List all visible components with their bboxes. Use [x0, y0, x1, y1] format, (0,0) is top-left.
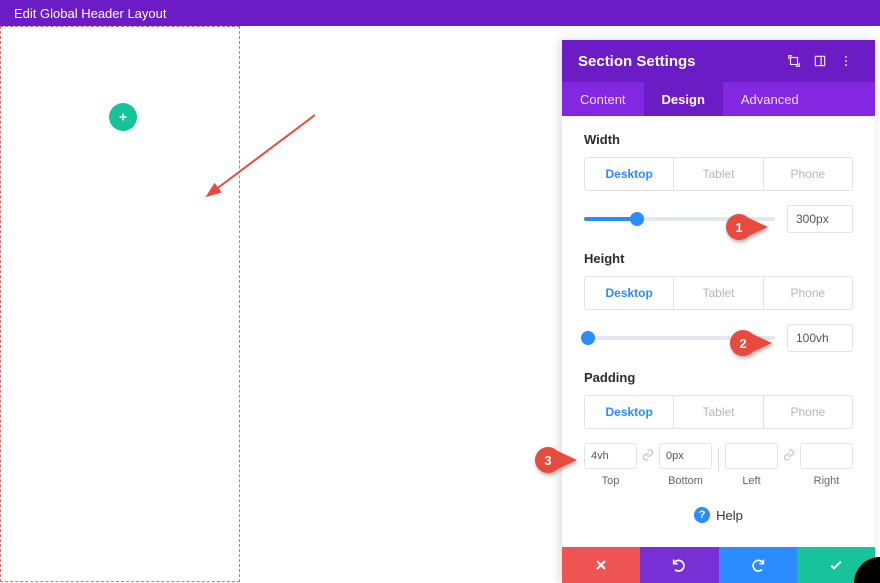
- height-device-desktop[interactable]: Desktop: [585, 277, 673, 309]
- width-device-tablet[interactable]: Tablet: [673, 158, 762, 190]
- annotation-badge-3: 3: [535, 447, 561, 473]
- redo-button[interactable]: [719, 547, 797, 583]
- padding-bottom-label: Bottom: [668, 475, 703, 487]
- padding-device-tablet[interactable]: Tablet: [673, 396, 762, 428]
- settings-panel: Section Settings Content Design Advanced…: [562, 40, 875, 583]
- height-device-phone[interactable]: Phone: [763, 277, 852, 309]
- padding-label: Padding: [584, 370, 853, 385]
- more-icon[interactable]: [833, 48, 859, 74]
- tab-advanced[interactable]: Advanced: [723, 82, 817, 116]
- height-input[interactable]: [787, 324, 853, 352]
- close-button[interactable]: [562, 547, 640, 583]
- height-device-tablet[interactable]: Tablet: [673, 277, 762, 309]
- tab-content[interactable]: Content: [562, 82, 644, 116]
- panel-tabs: Content Design Advanced: [562, 82, 875, 116]
- padding-top-input[interactable]: [584, 443, 637, 469]
- panel-title: Section Settings: [578, 53, 696, 70]
- height-slider-row: [584, 324, 853, 352]
- redo-icon: [750, 557, 766, 573]
- help-label: Help: [716, 508, 743, 523]
- undo-icon: [671, 557, 687, 573]
- panel-footer: [562, 547, 875, 583]
- padding-top-label: Top: [602, 475, 620, 487]
- check-icon: [828, 557, 844, 573]
- add-module-button[interactable]: [109, 103, 137, 131]
- padding-device-desktop[interactable]: Desktop: [585, 396, 673, 428]
- width-slider[interactable]: [584, 217, 775, 221]
- canvas-section-outline[interactable]: [0, 26, 240, 582]
- top-bar-title: Edit Global Header Layout: [14, 6, 166, 21]
- padding-link-lr-icon[interactable]: [780, 449, 798, 461]
- width-label: Width: [584, 132, 853, 147]
- height-device-toggle: Desktop Tablet Phone: [584, 276, 853, 310]
- height-slider-thumb[interactable]: [581, 331, 595, 345]
- expand-icon[interactable]: [781, 48, 807, 74]
- width-device-desktop[interactable]: Desktop: [585, 158, 673, 190]
- padding-link-tb-icon[interactable]: [639, 449, 657, 461]
- width-device-phone[interactable]: Phone: [763, 158, 852, 190]
- padding-bottom-input[interactable]: [659, 443, 712, 469]
- panel-header[interactable]: Section Settings: [562, 40, 875, 82]
- panel-body: Width Desktop Tablet Phone Height Deskto…: [562, 116, 875, 547]
- plus-icon: [117, 111, 129, 123]
- padding-inputs: Top Bottom Left Right: [584, 443, 853, 487]
- width-device-toggle: Desktop Tablet Phone: [584, 157, 853, 191]
- close-icon: [593, 557, 609, 573]
- undo-button[interactable]: [640, 547, 718, 583]
- padding-right-input[interactable]: [800, 443, 853, 469]
- width-slider-thumb[interactable]: [630, 212, 644, 226]
- padding-right-label: Right: [814, 475, 840, 487]
- padding-left-label: Left: [742, 475, 760, 487]
- top-bar: Edit Global Header Layout: [0, 0, 880, 26]
- width-input[interactable]: [787, 205, 853, 233]
- help-icon: ?: [694, 507, 710, 523]
- padding-device-phone[interactable]: Phone: [763, 396, 852, 428]
- width-slider-row: [584, 205, 853, 233]
- padding-left-input[interactable]: [725, 443, 778, 469]
- padding-device-toggle: Desktop Tablet Phone: [584, 395, 853, 429]
- padding-divider: [718, 447, 719, 471]
- tab-design[interactable]: Design: [644, 82, 723, 116]
- height-slider[interactable]: [584, 336, 775, 340]
- snap-icon[interactable]: [807, 48, 833, 74]
- help-link[interactable]: ? Help: [584, 507, 853, 523]
- height-label: Height: [584, 251, 853, 266]
